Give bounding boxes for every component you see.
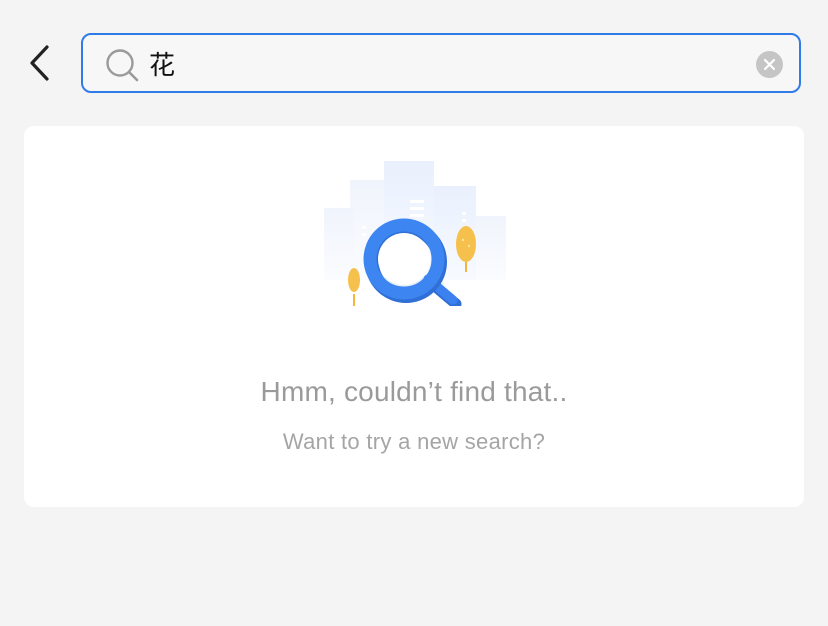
search-results-screen: Hmm, couldn’t find that.. Want to try a … xyxy=(0,0,828,626)
search-input[interactable] xyxy=(149,43,749,83)
no-results-magnifier-illustration xyxy=(324,161,506,306)
clear-search-button[interactable] xyxy=(756,51,783,78)
search-icon xyxy=(106,49,139,82)
clear-icon xyxy=(763,58,776,71)
empty-state-subtitle: Want to try a new search? xyxy=(282,429,546,454)
back-button[interactable] xyxy=(18,40,62,86)
chevron-left-icon xyxy=(30,45,49,81)
empty-state-card: Hmm, couldn’t find that.. Want to try a … xyxy=(24,126,804,507)
search-bar xyxy=(81,33,801,93)
empty-state-title: Hmm, couldn’t find that.. xyxy=(260,376,568,407)
